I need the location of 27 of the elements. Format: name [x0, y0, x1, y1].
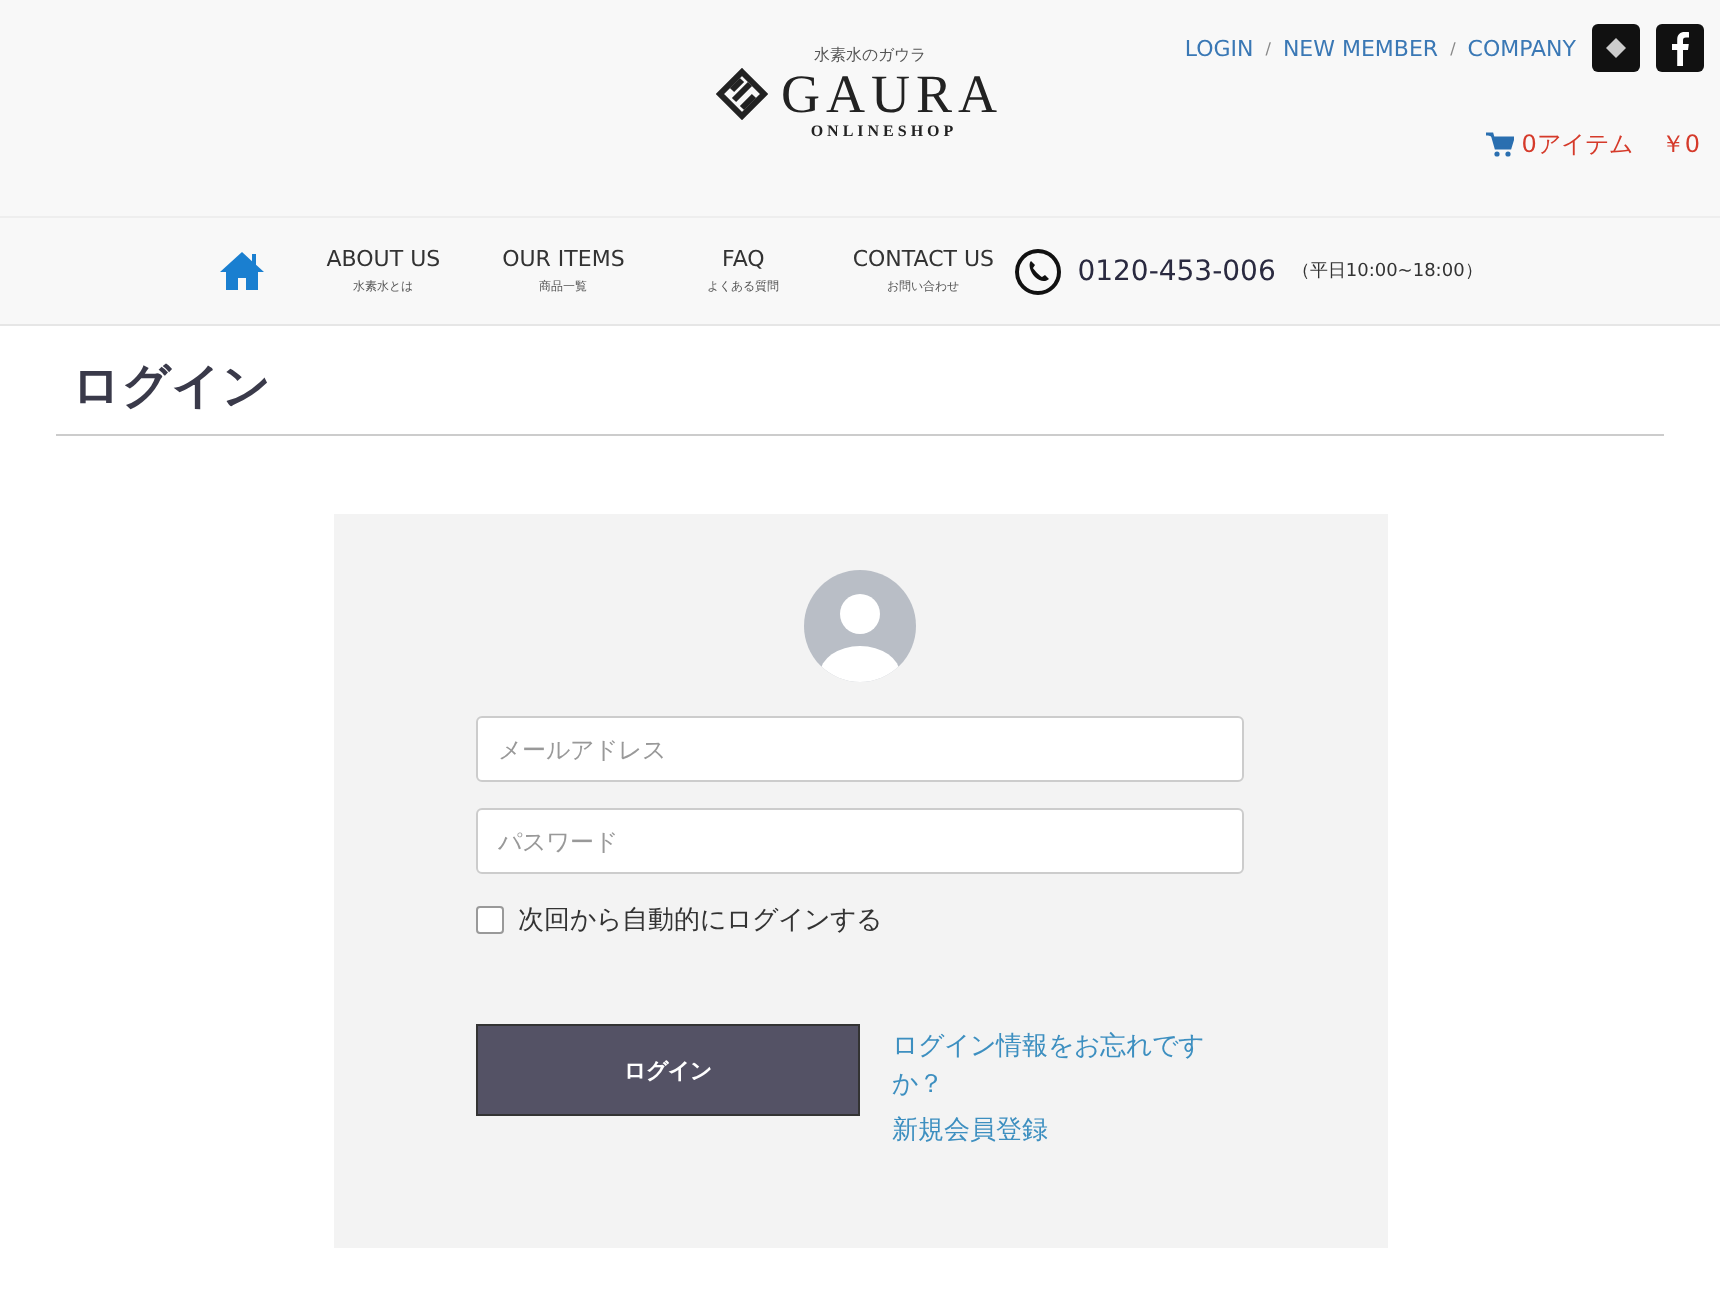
link-separator: / [1265, 39, 1271, 57]
password-field[interactable]: パスワード [476, 808, 1244, 874]
brand-icon[interactable] [1592, 24, 1640, 72]
cart-total: ￥0 [1660, 128, 1700, 162]
business-hours: （平日10:00~18:00） [1291, 260, 1483, 284]
header-link[interactable]: NEW MEMBER [1282, 35, 1439, 61]
remember-checkbox[interactable] [476, 906, 504, 934]
phone-number: 0120-453-006 [1077, 255, 1276, 287]
page-title: ログイン [56, 354, 1664, 436]
header-link[interactable]: LOGIN [1184, 35, 1254, 61]
email-field[interactable]: メールアドレス [476, 716, 1244, 782]
brand-name: GAURA [780, 66, 1003, 122]
remember-label: 次回から自動的にログインする [518, 904, 882, 938]
brand-tagline: 水素水のガウラ [813, 44, 926, 66]
home-icon[interactable] [217, 250, 266, 292]
facebook-icon[interactable] [1656, 24, 1704, 72]
header-link[interactable]: COMPANY [1467, 35, 1576, 61]
forgot-link[interactable]: ログイン情報をお忘れですか？ [892, 1028, 1222, 1104]
register-link[interactable]: 新規会員登録 [892, 1112, 1222, 1150]
brand-subtitle: ONLINESHOP [810, 122, 958, 140]
cart-count[interactable]: 0アイテム [1521, 128, 1633, 162]
logo-icon [716, 68, 769, 120]
login-button[interactable]: ログイン [476, 1024, 860, 1116]
cart-icon[interactable] [1485, 132, 1514, 158]
phone-icon [1013, 247, 1062, 295]
avatar-icon [804, 570, 916, 682]
link-separator: / [1450, 39, 1456, 57]
